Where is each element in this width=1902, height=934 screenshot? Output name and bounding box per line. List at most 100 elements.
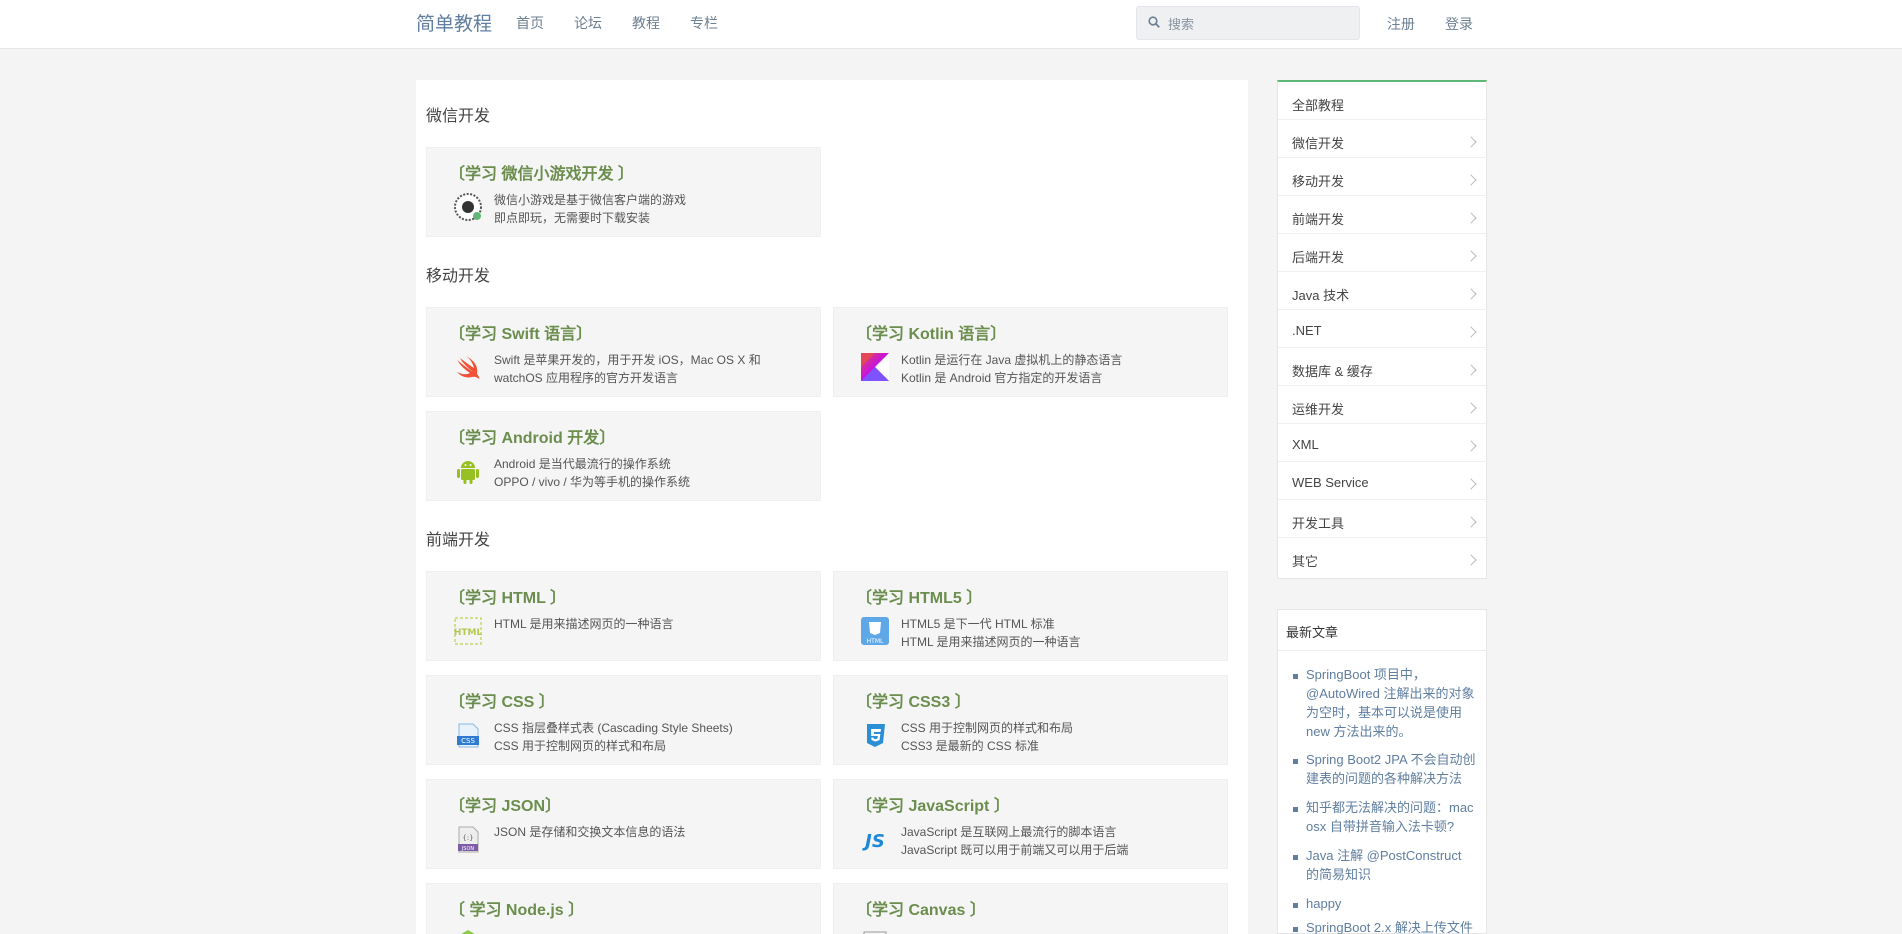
nav-forum[interactable]: 论坛 [574, 13, 632, 33]
sidebar-item-dotnet[interactable]: .NET [1292, 323, 1322, 338]
latest-article-link[interactable]: happy [1306, 894, 1478, 913]
tutorial-card-html5[interactable]: 〔学习 HTML5 〕 HTML HTML5 是下一代 HTML 标准 HTML… [833, 571, 1228, 661]
card-desc-line2: CSS 用于控制网页的样式和布局 [494, 739, 667, 753]
sidebar-item-xml[interactable]: XML [1292, 437, 1319, 452]
tutorial-card-wechat-minigame[interactable]: 〔学习 微信小游戏开发 〕 微信小游戏是基于微信客户端的游戏 即点即玩，无需要时… [426, 147, 821, 237]
tutorial-card-android[interactable]: 〔学习 Android 开发〕 Android 是当代最流行的操作系统 OPPO… [426, 411, 821, 501]
card-desc-line2: Kotlin 是 Android 官方指定的开发语言 [901, 371, 1103, 385]
nav-columns[interactable]: 专栏 [690, 13, 748, 33]
main-nav: 首页 论坛 教程 专栏 [516, 13, 748, 33]
chevron-right-icon [1465, 250, 1477, 262]
html5-icon: HTML [861, 617, 889, 645]
swift-icon [457, 356, 480, 379]
latest-article-link[interactable]: Java 注解 @PostConstruct 的简易知识 [1306, 846, 1478, 884]
search-input[interactable] [1168, 14, 1348, 34]
html-icon: HTML [454, 617, 483, 645]
css3-icon [867, 724, 885, 747]
latest-article-link[interactable]: SpringBoot 2.x 解决上传文件 [1306, 918, 1478, 934]
login-link[interactable]: 登录 [1445, 14, 1473, 34]
chevron-right-icon [1465, 478, 1477, 490]
card-title[interactable]: 〔学习 JSON〕 [449, 792, 561, 816]
chevron-right-icon [1465, 288, 1477, 300]
card-desc-line2: HTML 是用来描述网页的一种语言 [901, 635, 1081, 649]
tutorial-card-json[interactable]: 〔学习 JSON〕 {:} JSON JSON 是存储和交换文本信息的语法 [426, 779, 821, 869]
chevron-right-icon [1465, 364, 1477, 376]
section-title-wechat: 微信开发 [426, 108, 491, 125]
sidebar-item-wechat[interactable]: 微信开发 [1292, 133, 1344, 152]
card-title[interactable]: 〔学习 CSS 〕 [449, 688, 555, 712]
sidebar-item-all[interactable]: 全部教程 [1292, 95, 1344, 114]
tutorial-card-css3[interactable]: 〔学习 CSS3 〕 CSS 用于控制网页的样式和布局 CSS3 是最新的 CS… [833, 675, 1228, 765]
wechat-qrcode-icon [454, 193, 482, 221]
card-desc-line2: 即点即玩，无需要时下载安装 [494, 211, 651, 225]
card-title[interactable]: 〔学习 Canvas 〕 [856, 896, 986, 920]
nav-home[interactable]: 首页 [516, 13, 574, 33]
chevron-right-icon [1465, 174, 1477, 186]
card-desc-line1: Android 是当代最流行的操作系统 [494, 457, 671, 471]
tutorial-card-javascript[interactable]: 〔学习 JavaScript 〕 JS JavaScript 是互联网上最流行的… [833, 779, 1228, 869]
latest-article-link[interactable]: Spring Boot2 JPA 不会自动创建表的问题的各种解决方法 [1306, 750, 1478, 788]
javascript-icon: JS [862, 831, 885, 852]
card-desc-line1: 微信小游戏是基于微信客户端的游戏 [494, 193, 687, 207]
card-desc-line1: CSS 用于控制网页的样式和布局 [901, 721, 1074, 735]
card-title[interactable]: 〔学习 Kotlin 语言〕 [856, 320, 1006, 344]
tutorial-card-nodejs[interactable]: 〔 学习 Node.js 〕 [426, 883, 821, 934]
sidebar-item-backend[interactable]: 后端开发 [1292, 247, 1344, 266]
sidebar-item-database[interactable]: 数据库 & 缓存 [1292, 361, 1373, 380]
svg-text:JSON: JSON [461, 846, 475, 852]
site-logo[interactable]: 简单教程 [416, 9, 492, 36]
tutorial-card-css[interactable]: 〔学习 CSS 〕 CSS CSS 指层叠样式表 (Cascading Styl… [426, 675, 821, 765]
card-desc-line2: CSS3 是最新的 CSS 标准 [901, 739, 1040, 753]
tutorial-card-kotlin[interactable]: 〔学习 Kotlin 语言〕 Kotlin 是运行在 Java 虚拟机上的静态语… [833, 307, 1228, 397]
bullet-icon [1293, 927, 1298, 932]
card-desc-line1: CSS 指层叠样式表 (Cascading Style Sheets) [494, 721, 733, 735]
card-desc-line2: JavaScript 既可以用于前端又可以用于后端 [901, 843, 1129, 857]
card-desc-line1: Swift 是苹果开发的，用于开发 iOS，Mac OS X 和 [494, 353, 761, 367]
card-desc-line2: watchOS 应用程序的官方开发语言 [494, 371, 679, 385]
register-link[interactable]: 注册 [1387, 14, 1415, 34]
card-title[interactable]: 〔学习 Android 开发〕 [449, 424, 615, 448]
card-title[interactable]: 〔学习 HTML5 〕 [856, 584, 982, 608]
card-desc-line1: JSON 是存储和交换文本信息的语法 [494, 825, 686, 839]
nav-tutorials[interactable]: 教程 [632, 13, 690, 33]
sidebar-item-frontend[interactable]: 前端开发 [1292, 209, 1344, 228]
latest-articles-panel: 最新文章 SpringBoot 项目中，@AutoWired 注解出来的对象为空… [1277, 609, 1487, 934]
section-title-frontend: 前端开发 [426, 532, 491, 549]
svg-text:CSS: CSS [461, 737, 475, 745]
chevron-right-icon [1465, 554, 1477, 566]
chevron-right-icon [1465, 212, 1477, 224]
card-title[interactable]: 〔学习 HTML 〕 [449, 584, 566, 608]
search-box [1136, 6, 1360, 40]
chevron-right-icon [1465, 136, 1477, 148]
bullet-icon [1293, 903, 1298, 908]
sidebar-item-java[interactable]: Java 技术 [1292, 285, 1349, 304]
chevron-right-icon [1465, 440, 1477, 452]
bullet-icon [1293, 855, 1298, 860]
tutorial-card-swift[interactable]: 〔学习 Swift 语言〕 Swift 是苹果开发的，用于开发 iOS，Mac … [426, 307, 821, 397]
card-title[interactable]: 〔 学习 Node.js 〕 [449, 896, 584, 920]
latest-article-link[interactable]: 知乎都无法解决的问题：mac osx 自带拼音输入法卡顿? [1306, 798, 1478, 836]
tutorial-card-html[interactable]: 〔学习 HTML 〕 HTML HTML 是用来描述网页的一种语言 [426, 571, 821, 661]
svg-text:JS: JS [862, 831, 885, 852]
canvas-icon [863, 931, 887, 934]
nodejs-icon [461, 930, 475, 934]
chevron-right-icon [1465, 402, 1477, 414]
sidebar-item-webservice[interactable]: WEB Service [1292, 475, 1369, 490]
latest-article-link[interactable]: SpringBoot 项目中，@AutoWired 注解出来的对象为空时，基本可… [1306, 665, 1478, 741]
latest-articles-title: 最新文章 [1286, 625, 1339, 640]
chevron-right-icon [1465, 326, 1477, 338]
tutorial-card-canvas[interactable]: 〔学习 Canvas 〕 [833, 883, 1228, 934]
card-title[interactable]: 〔学习 Swift 语言〕 [449, 320, 592, 344]
card-desc-line1: HTML5 是下一代 HTML 标准 [901, 617, 1055, 631]
sidebar-item-mobile[interactable]: 移动开发 [1292, 171, 1344, 190]
card-title[interactable]: 〔学习 CSS3 〕 [856, 688, 971, 712]
card-title[interactable]: 〔学习 微信小游戏开发 〕 [449, 160, 634, 184]
sidebar-item-devtools[interactable]: 开发工具 [1292, 513, 1344, 532]
bullet-icon [1293, 807, 1298, 812]
svg-text:HTML: HTML [454, 628, 483, 638]
card-title[interactable]: 〔学习 JavaScript 〕 [856, 792, 1010, 816]
sidebar-item-devops[interactable]: 运维开发 [1292, 399, 1344, 418]
card-desc-line1: Kotlin 是运行在 Java 虚拟机上的静态语言 [901, 353, 1123, 367]
bullet-icon [1293, 759, 1298, 764]
sidebar-item-other[interactable]: 其它 [1292, 551, 1318, 570]
